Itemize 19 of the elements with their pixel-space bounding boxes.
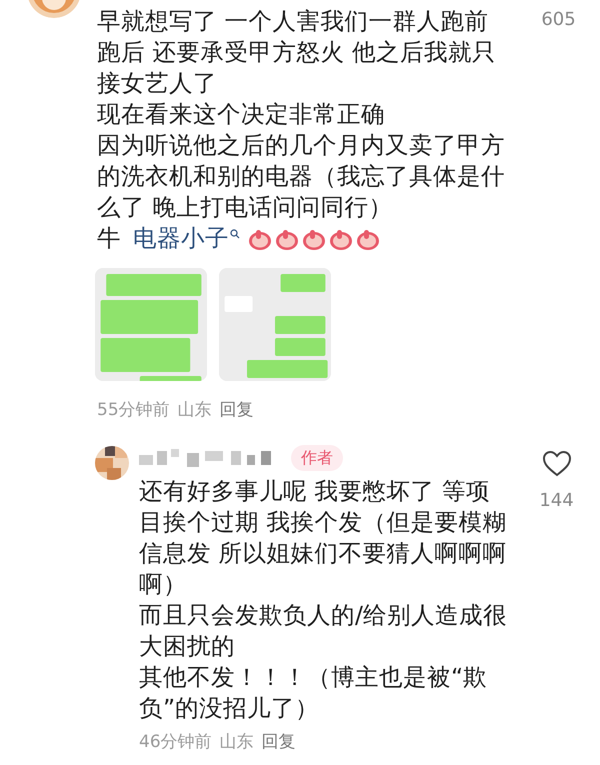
comment-text: 现在看来这个决定非常正确 <box>97 99 386 130</box>
comment-text: 因为听说他之后的几个月内又卖了甲方的洗衣机和别的电器（我忘了具体是什么了 晚上打电话问问同行） <box>97 130 506 223</box>
comment-location: 山东 <box>178 399 212 422</box>
reply-link[interactable]: 回复 <box>220 395 254 426</box>
comment-time: 55分钟前 <box>97 399 170 422</box>
reply-link[interactable]: 回复 <box>262 730 296 756</box>
heart-icon[interactable] <box>542 450 572 477</box>
comment-text: 其他不发！！！（博主也是被“欺负”的没招儿了） <box>139 662 488 724</box>
author-badge: 作者 <box>291 445 343 471</box>
search-icon <box>230 229 240 239</box>
topic-link[interactable]: 电器小子 <box>133 223 229 254</box>
like-count: 605 <box>541 8 576 32</box>
comment-text: 牛 <box>97 223 121 254</box>
comment-time: 46分钟前 <box>139 731 212 754</box>
comment-text: 还有好多事儿呢 我要憋坏了 等项目挨个过期 我挨个发（但是要模糊信息发 所以姐妹们不要猜人啊啊啊啊） <box>139 476 508 600</box>
comment-text: 而且只会发欺负人的/给别人造成很大困扰的 <box>139 600 508 662</box>
like-count: 144 <box>539 489 574 513</box>
comment-text: 早就想写了 一个人害我们一群人跑前跑后 还要承受甲方怒火 他之后我就只接女艺人了 <box>97 6 497 99</box>
comment-location: 山东 <box>220 731 254 754</box>
